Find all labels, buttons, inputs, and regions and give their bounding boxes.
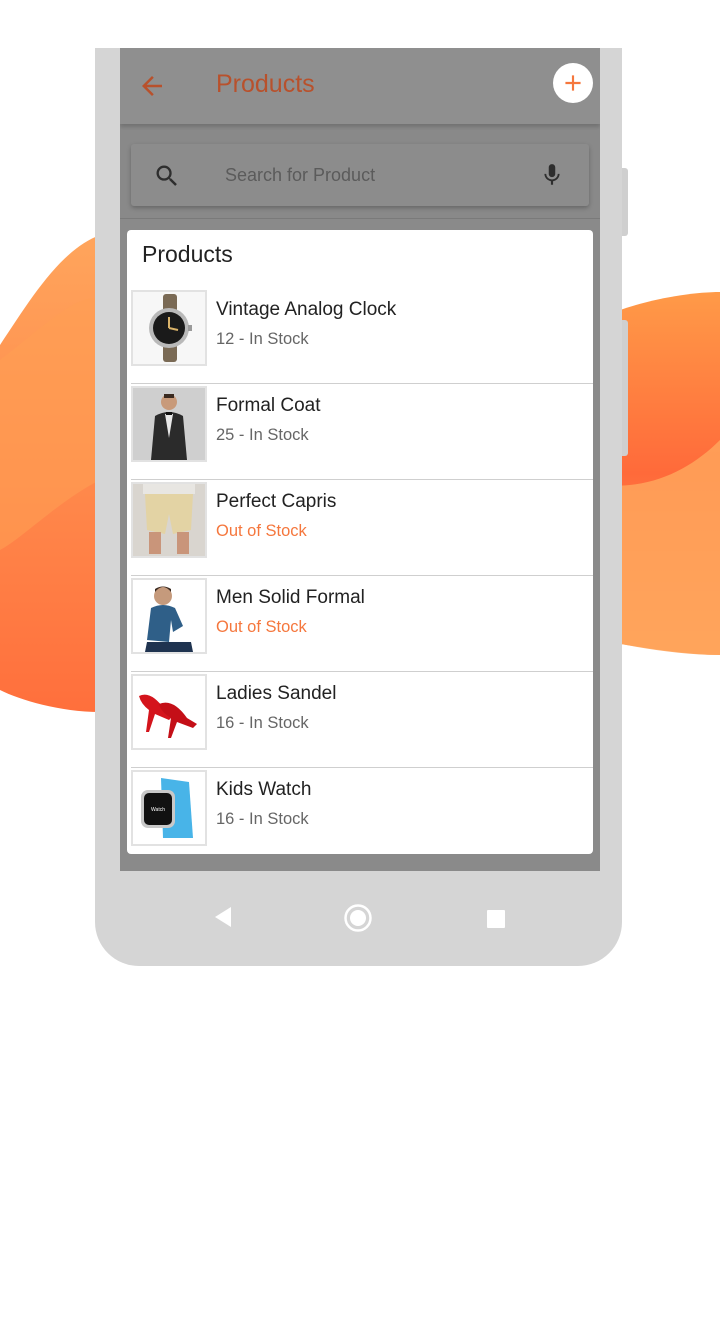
stock-status: 16 - In Stock — [216, 714, 309, 732]
product-thumbnail: Watch — [131, 770, 207, 846]
product-name: Ladies Sandel — [216, 683, 337, 704]
stock-status: 25 - In Stock — [216, 426, 309, 444]
stock-status: Out of Stock — [216, 618, 307, 636]
shirt-image — [133, 580, 205, 652]
capris-image — [133, 484, 205, 556]
add-product-button[interactable] — [553, 63, 593, 103]
product-thumbnail — [131, 290, 207, 366]
smartwatch-image: Watch — [133, 772, 205, 844]
nav-back-icon[interactable] — [213, 906, 233, 928]
search-area — [120, 130, 600, 219]
app-bar: Products — [120, 48, 600, 124]
page-title: Products — [216, 70, 315, 98]
search-bar — [131, 144, 589, 206]
product-item-perfect-capris[interactable]: Perfect Capris Out of Stock — [131, 480, 593, 576]
svg-text:Watch: Watch — [151, 807, 165, 813]
product-item-vintage-analog-clock[interactable]: Vintage Analog Clock 12 - In Stock — [131, 288, 593, 384]
plus-icon — [565, 75, 581, 91]
product-name: Men Solid Formal — [216, 587, 365, 608]
heels-image — [133, 676, 205, 748]
coat-image — [133, 388, 205, 460]
microphone-icon[interactable] — [539, 160, 565, 190]
phone-volume-button — [622, 320, 628, 456]
product-thumbnail — [131, 578, 207, 654]
search-input[interactable] — [225, 158, 525, 192]
nav-home-icon[interactable] — [343, 903, 373, 933]
system-navigation-bar — [95, 880, 622, 956]
stock-status: 12 - In Stock — [216, 330, 309, 348]
product-list: Vintage Analog Clock 12 - In Stock Forma… — [131, 288, 593, 854]
stock-status: Out of Stock — [216, 522, 307, 540]
product-name: Vintage Analog Clock — [216, 299, 397, 320]
back-button[interactable] — [132, 66, 172, 106]
product-item-men-solid-formal[interactable]: Men Solid Formal Out of Stock — [131, 576, 593, 672]
product-name: Formal Coat — [216, 395, 321, 416]
product-item-formal-coat[interactable]: Formal Coat 25 - In Stock — [131, 384, 593, 480]
product-thumbnail — [131, 386, 207, 462]
search-icon — [156, 165, 177, 186]
nav-recents-icon[interactable] — [487, 910, 505, 928]
stock-status: 16 - In Stock — [216, 810, 309, 828]
watch-image — [133, 292, 205, 364]
arrow-left-icon — [142, 76, 162, 96]
product-thumbnail — [131, 674, 207, 750]
products-card: Products Vintage Analog Clock 12 - In St — [127, 230, 593, 854]
product-item-ladies-sandel[interactable]: Ladies Sandel 16 - In Stock — [131, 672, 593, 768]
card-title: Products — [142, 241, 233, 267]
product-thumbnail — [131, 482, 207, 558]
product-item-kids-watch[interactable]: Watch Kids Watch 16 - In Stock — [131, 768, 593, 854]
phone-screen: Products Products — [120, 48, 600, 871]
product-name: Kids Watch — [216, 779, 312, 800]
phone-side-button — [622, 168, 628, 236]
product-name: Perfect Capris — [216, 491, 337, 512]
